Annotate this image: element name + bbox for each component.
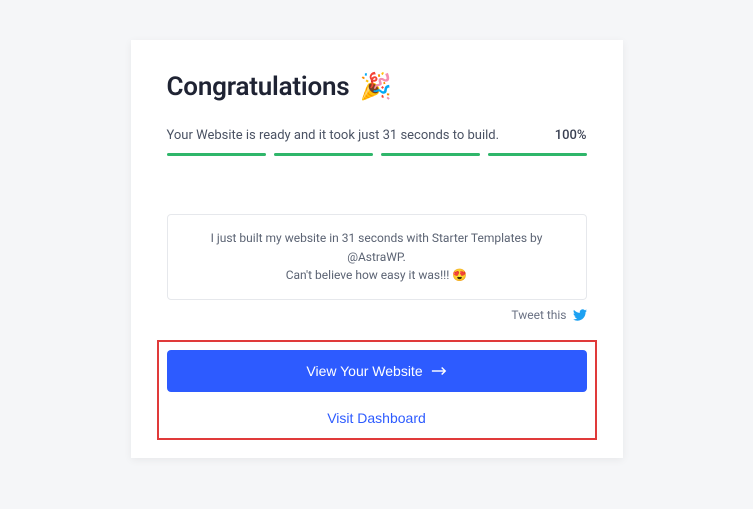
party-popper-icon: 🎉: [359, 74, 391, 100]
progress-bar: [167, 153, 587, 156]
progress-segment: [488, 153, 587, 156]
tweet-message-box: I just built my website in 31 seconds wi…: [167, 214, 587, 300]
tweet-this-link[interactable]: Tweet this: [167, 308, 587, 322]
tweet-text-line1: I just built my website in 31 seconds wi…: [211, 231, 543, 264]
visit-dashboard-button[interactable]: Visit Dashboard: [167, 404, 587, 430]
title-row: Congratulations 🎉: [167, 72, 587, 102]
page-title: Congratulations: [167, 72, 350, 102]
progress-segment: [381, 153, 480, 156]
arrow-right-icon: [431, 366, 447, 376]
progress-percent: 100%: [555, 128, 587, 143]
heart-eyes-icon: 😍: [452, 268, 467, 282]
congratulations-card: Congratulations 🎉 Your Website is ready …: [131, 40, 623, 458]
progress-segment: [167, 153, 266, 156]
view-website-label: View Your Website: [306, 363, 422, 379]
status-row: Your Website is ready and it took just 3…: [167, 128, 587, 143]
tweet-this-label: Tweet this: [511, 308, 566, 322]
tweet-text-line2: Can't believe how easy it was!!!: [286, 268, 450, 282]
progress-segment: [274, 153, 373, 156]
action-buttons-highlight: View Your Website Visit Dashboard: [157, 340, 597, 440]
view-website-button[interactable]: View Your Website: [167, 350, 587, 392]
twitter-icon: [573, 308, 587, 322]
status-message: Your Website is ready and it took just 3…: [167, 128, 500, 143]
